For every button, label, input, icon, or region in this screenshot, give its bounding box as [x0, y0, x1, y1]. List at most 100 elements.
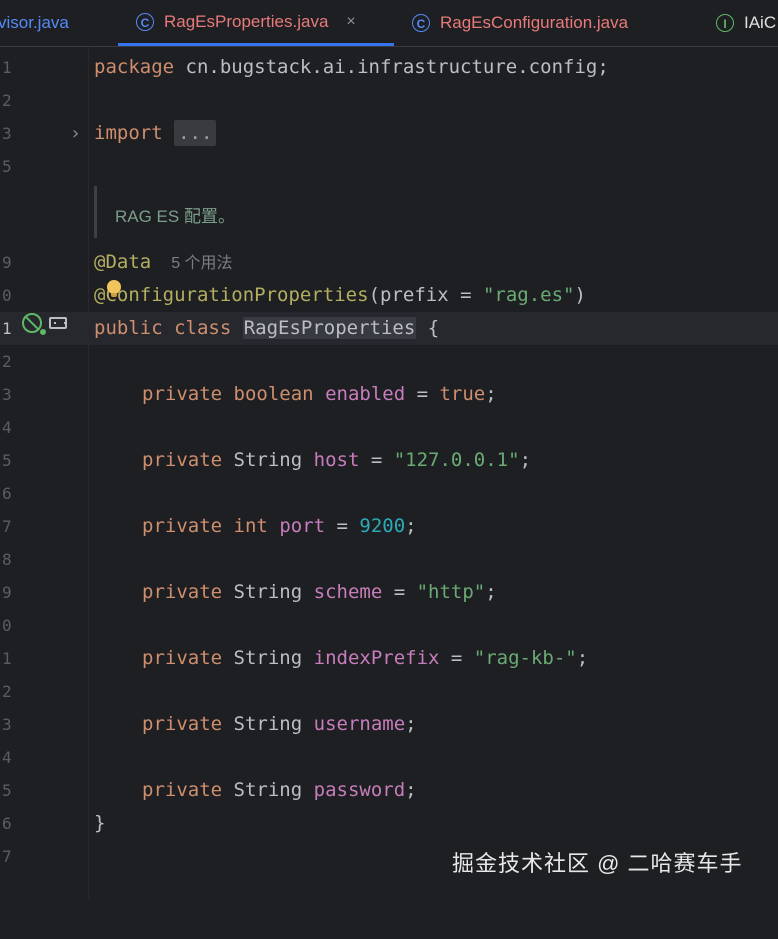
- line-number: 7: [2, 847, 12, 866]
- code-line[interactable]: 0: [0, 609, 778, 642]
- spring-bean-icon[interactable]: [22, 313, 46, 335]
- line-number: 3: [2, 124, 12, 143]
- tab-label: RagEsConfiguration.java: [440, 13, 629, 32]
- line-number: 1: [2, 58, 12, 77]
- class-icon: C: [412, 14, 430, 32]
- usages-hint[interactable]: 5 个用法: [171, 255, 232, 272]
- field-line[interactable]: 7 private int port = 9200;: [0, 510, 778, 543]
- field-value: "http": [416, 581, 486, 603]
- lightbulb-icon[interactable]: [107, 280, 121, 297]
- field-name: enabled: [325, 383, 406, 405]
- code-line[interactable]: 2: [0, 84, 778, 117]
- annotation-prefix-value: "rag.es": [482, 284, 575, 306]
- class-close-brace: }: [94, 812, 106, 834]
- line-number: 1: [2, 319, 12, 338]
- folded-imports[interactable]: ...: [174, 120, 217, 146]
- field-value: "127.0.0.1": [393, 449, 520, 471]
- import-keyword: import: [94, 122, 163, 144]
- class-open-brace: {: [416, 317, 440, 339]
- field-line[interactable]: 3 private boolean enabled = true;: [0, 378, 778, 411]
- field-type: boolean: [233, 383, 314, 405]
- field-line[interactable]: 5 private String host = "127.0.0.1";: [0, 444, 778, 477]
- modifier: private: [142, 449, 223, 471]
- annotation-args-close: ): [574, 284, 586, 306]
- line-number: 1: [2, 649, 12, 668]
- tab-rag-es-configuration[interactable]: C RagEsConfiguration.java: [412, 0, 628, 46]
- line-number: 2: [2, 352, 12, 371]
- annotation-at: @: [94, 284, 106, 306]
- line-number: 9: [2, 583, 12, 602]
- modifier: private: [142, 581, 223, 603]
- package-keyword: package: [94, 56, 175, 78]
- field-value: true: [439, 383, 486, 405]
- field-line[interactable]: 3 private String username;: [0, 708, 778, 741]
- field-type: String: [233, 449, 303, 471]
- tab-label: IAiC: [744, 13, 777, 32]
- chevron-right-icon[interactable]: ›: [72, 117, 79, 150]
- line-number: 0: [2, 286, 12, 305]
- modifier: private: [142, 383, 223, 405]
- tab-iaic[interactable]: I IAiC: [716, 0, 776, 46]
- code-line[interactable]: 6 }: [0, 807, 778, 840]
- class-icon: C: [136, 12, 154, 31]
- code-line[interactable]: 4: [0, 741, 778, 774]
- line-number: 9: [2, 253, 12, 272]
- code-line[interactable]: 1 package cn.bugstack.ai.infrastructure.…: [0, 51, 778, 84]
- interface-icon: I: [716, 14, 734, 32]
- tab-rag-es-properties[interactable]: C RagEsProperties.java ×: [118, 0, 394, 46]
- annotation-data: @Data: [94, 251, 152, 273]
- doc-comment-text: RAG ES 配置。: [115, 207, 235, 226]
- field-line[interactable]: 5 private String password;: [0, 774, 778, 807]
- package-name: cn.bugstack.ai.infrastructure.config;: [174, 56, 609, 78]
- field-name: username: [313, 713, 406, 735]
- field-type: String: [233, 647, 303, 669]
- code-editor[interactable]: 1 package cn.bugstack.ai.infrastructure.…: [0, 47, 778, 899]
- close-icon[interactable]: ×: [346, 13, 355, 31]
- line-number: 8: [2, 550, 12, 569]
- line-number: 3: [2, 715, 12, 734]
- line-number: 2: [2, 91, 12, 110]
- line-number: 3: [2, 385, 12, 404]
- modifier: private: [142, 647, 223, 669]
- watermark: 掘金技术社区 @ 二哈赛车手: [452, 851, 743, 876]
- line-number: 0: [2, 616, 12, 635]
- annotation-configuration-properties: ConfigurationProperties: [105, 284, 369, 306]
- field-value: 9200: [359, 515, 406, 537]
- code-line[interactable]: 6: [0, 477, 778, 510]
- implementation-icon[interactable]: [49, 317, 67, 329]
- code-line-current[interactable]: 1 public class RagEsProperties {: [0, 312, 778, 345]
- assign-op: =: [439, 647, 474, 669]
- class-name: RagEsProperties: [242, 317, 417, 339]
- doc-comment: RAG ES 配置。: [94, 186, 778, 238]
- field-line[interactable]: 9 private String scheme = "http";: [0, 576, 778, 609]
- tab-label: visor.java: [0, 13, 69, 32]
- code-line[interactable]: 2: [0, 345, 778, 378]
- field-name: indexPrefix: [313, 647, 440, 669]
- line-number: 6: [2, 484, 12, 503]
- code-line[interactable]: 8: [0, 543, 778, 576]
- assign-op: =: [325, 515, 360, 537]
- field-type: String: [233, 779, 303, 801]
- modifier: private: [142, 515, 223, 537]
- editor-tab-bar: visor.java C RagEsProperties.java × C Ra…: [0, 0, 778, 47]
- field-line[interactable]: 1 private String indexPrefix = "rag-kb-"…: [0, 642, 778, 675]
- line-number: 5: [2, 781, 12, 800]
- field-name: port: [279, 515, 326, 537]
- code-line[interactable]: 2: [0, 675, 778, 708]
- line-number: 6: [2, 814, 12, 833]
- field-value: "rag-kb-": [473, 647, 577, 669]
- assign-op: =: [382, 581, 417, 603]
- code-line[interactable]: 9 @Data 5 个用法: [0, 246, 778, 279]
- code-line[interactable]: 4: [0, 411, 778, 444]
- line-number: 4: [2, 418, 12, 437]
- line-number: 4: [2, 748, 12, 767]
- class-keyword: public class: [94, 317, 243, 339]
- field-name: host: [313, 449, 360, 471]
- code-line[interactable]: 5: [0, 150, 778, 183]
- field-name: scheme: [313, 581, 383, 603]
- tab-advisor[interactable]: visor.java: [0, 0, 69, 46]
- assign-op: =: [405, 383, 440, 405]
- code-line[interactable]: 3 › import ...: [0, 117, 778, 150]
- annotation-args-open: (prefix =: [368, 284, 483, 306]
- field-type: String: [233, 581, 303, 603]
